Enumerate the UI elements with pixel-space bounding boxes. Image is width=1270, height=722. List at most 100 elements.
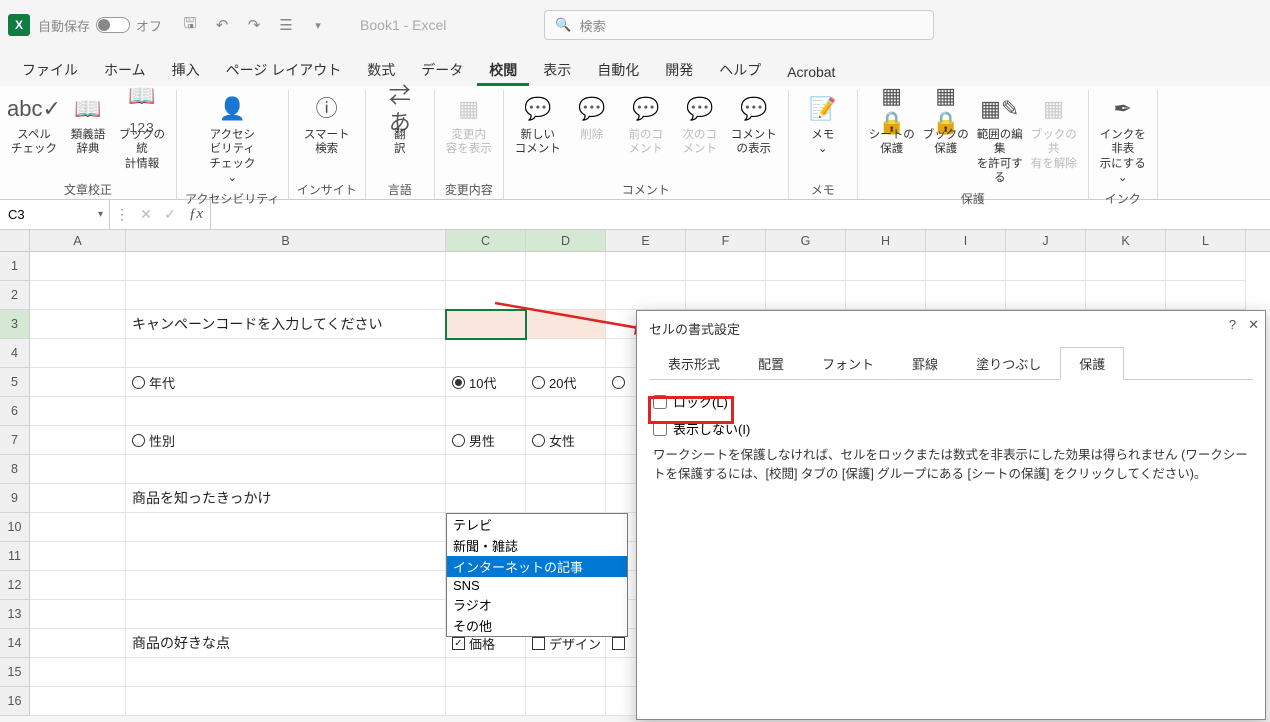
col-header-F[interactable]: F: [686, 230, 766, 251]
row-header-5[interactable]: 5: [0, 368, 30, 397]
ribbon-tab-データ[interactable]: データ: [409, 54, 475, 86]
dropdown-icon[interactable]: ▾: [304, 12, 332, 38]
cell-C15[interactable]: [446, 658, 526, 687]
autosave-toggle[interactable]: 自動保存 オフ: [38, 16, 162, 35]
cell-C4[interactable]: [446, 339, 526, 368]
spell-button[interactable]: abc✓スペルチェック: [8, 90, 60, 159]
show-comments-button[interactable]: 💬コメントの表示: [728, 90, 780, 159]
ribbon-tab-自動化[interactable]: 自動化: [585, 54, 651, 86]
lock-checkbox-input[interactable]: [653, 395, 667, 409]
stats-button[interactable]: 📖₁₂₃ブックの統計情報: [116, 90, 168, 173]
cell-B4[interactable]: [126, 339, 446, 368]
cell-B15[interactable]: [126, 658, 446, 687]
radio-icon[interactable]: [132, 434, 145, 447]
cell-A6[interactable]: [30, 397, 126, 426]
list-item[interactable]: ラジオ: [447, 594, 627, 615]
checkbox-icon[interactable]: [532, 637, 545, 650]
cell-H2[interactable]: [846, 281, 926, 310]
save-icon[interactable]: 🖫: [176, 12, 204, 38]
dialog-tab-保護[interactable]: 保護: [1060, 347, 1124, 380]
cell-B14[interactable]: 商品の好きな点: [126, 629, 446, 658]
col-header-E[interactable]: E: [606, 230, 686, 251]
cell-D6[interactable]: [526, 397, 606, 426]
cell-B1[interactable]: [126, 252, 446, 281]
col-header-D[interactable]: D: [526, 230, 606, 251]
cell-B2[interactable]: [126, 281, 446, 310]
cell-G1[interactable]: [766, 252, 846, 281]
cell-D8[interactable]: [526, 455, 606, 484]
row-header-2[interactable]: 2: [0, 281, 30, 310]
cell-C3[interactable]: [446, 310, 526, 339]
col-header-A[interactable]: A: [30, 230, 126, 251]
dialog-tab-塗りつぶし[interactable]: 塗りつぶし: [957, 347, 1060, 380]
row-header-9[interactable]: 9: [0, 484, 30, 513]
thesaurus-button[interactable]: 📖類義語辞典: [62, 90, 114, 159]
cell-D1[interactable]: [526, 252, 606, 281]
col-header-H[interactable]: H: [846, 230, 926, 251]
checkbox-icon[interactable]: ✓: [452, 637, 465, 650]
search-box[interactable]: 🔍 検索: [544, 10, 934, 40]
fx-icon[interactable]: ƒx: [182, 206, 210, 223]
cell-B10[interactable]: [126, 513, 446, 542]
col-header-L[interactable]: L: [1166, 230, 1246, 251]
row-header-6[interactable]: 6: [0, 397, 30, 426]
cell-C2[interactable]: [446, 281, 526, 310]
cell-A3[interactable]: [30, 310, 126, 339]
radio-icon[interactable]: [532, 434, 545, 447]
cell-C6[interactable]: [446, 397, 526, 426]
cell-D2[interactable]: [526, 281, 606, 310]
cell-B12[interactable]: [126, 571, 446, 600]
cell-H1[interactable]: [846, 252, 926, 281]
cell-B9[interactable]: 商品を知ったきっかけ: [126, 484, 446, 513]
cell-A10[interactable]: [30, 513, 126, 542]
row-header-3[interactable]: 3: [0, 310, 30, 339]
acc-button[interactable]: 👤アクセシビリティチェック ⌄: [206, 90, 258, 188]
undo-icon[interactable]: ↶: [208, 12, 236, 38]
row-header-11[interactable]: 11: [0, 542, 30, 571]
col-header-J[interactable]: J: [1006, 230, 1086, 251]
cell-G2[interactable]: [766, 281, 846, 310]
row-header-16[interactable]: 16: [0, 687, 30, 716]
row-header-1[interactable]: 1: [0, 252, 30, 281]
cell-C7[interactable]: 男性: [446, 426, 526, 455]
cell-J2[interactable]: [1006, 281, 1086, 310]
new-comment-button[interactable]: 💬新しいコメント: [512, 90, 564, 159]
row-header-4[interactable]: 4: [0, 339, 30, 368]
cell-D3[interactable]: [526, 310, 606, 339]
cell-D5[interactable]: 20代: [526, 368, 606, 397]
cell-A12[interactable]: [30, 571, 126, 600]
protect-sheet-button[interactable]: ▦🔒シートの保護: [866, 90, 918, 159]
cell-A13[interactable]: [30, 600, 126, 629]
cell-B8[interactable]: [126, 455, 446, 484]
checkbox-icon[interactable]: [612, 637, 625, 650]
cell-A5[interactable]: [30, 368, 126, 397]
row-header-15[interactable]: 15: [0, 658, 30, 687]
list-item[interactable]: SNS: [447, 577, 627, 594]
cell-I2[interactable]: [926, 281, 1006, 310]
cell-B7[interactable]: 性別: [126, 426, 446, 455]
cell-C5[interactable]: 10代: [446, 368, 526, 397]
close-icon[interactable]: ✕: [1248, 317, 1259, 333]
cell-C9[interactable]: [446, 484, 526, 513]
ribbon-tab-ファイル[interactable]: ファイル: [10, 54, 90, 86]
cell-L2[interactable]: [1166, 281, 1246, 310]
cell-E1[interactable]: [606, 252, 686, 281]
more-icon[interactable]: ⋮: [110, 206, 134, 223]
name-box[interactable]: C3: [0, 200, 110, 229]
col-header-B[interactable]: B: [126, 230, 446, 251]
formula-input[interactable]: [211, 200, 1270, 229]
cell-A2[interactable]: [30, 281, 126, 310]
cell-B11[interactable]: [126, 542, 446, 571]
col-header-G[interactable]: G: [766, 230, 846, 251]
listbox[interactable]: テレビ新聞・雑誌インターネットの記事SNSラジオその他: [446, 513, 628, 637]
cell-B5[interactable]: 年代: [126, 368, 446, 397]
memo-button[interactable]: 📝メモ⌄: [797, 90, 849, 159]
col-header-K[interactable]: K: [1086, 230, 1166, 251]
trans-button[interactable]: ⇄あ翻訳: [374, 90, 426, 159]
ribbon-tab-表示[interactable]: 表示: [531, 54, 583, 86]
ribbon-tab-Acrobat[interactable]: Acrobat: [775, 58, 847, 86]
ribbon-tab-挿入[interactable]: 挿入: [160, 54, 212, 86]
cell-K2[interactable]: [1086, 281, 1166, 310]
list-item[interactable]: 新聞・雑誌: [447, 535, 627, 556]
protect-book-button[interactable]: ▦🔒ブックの保護: [920, 90, 972, 159]
